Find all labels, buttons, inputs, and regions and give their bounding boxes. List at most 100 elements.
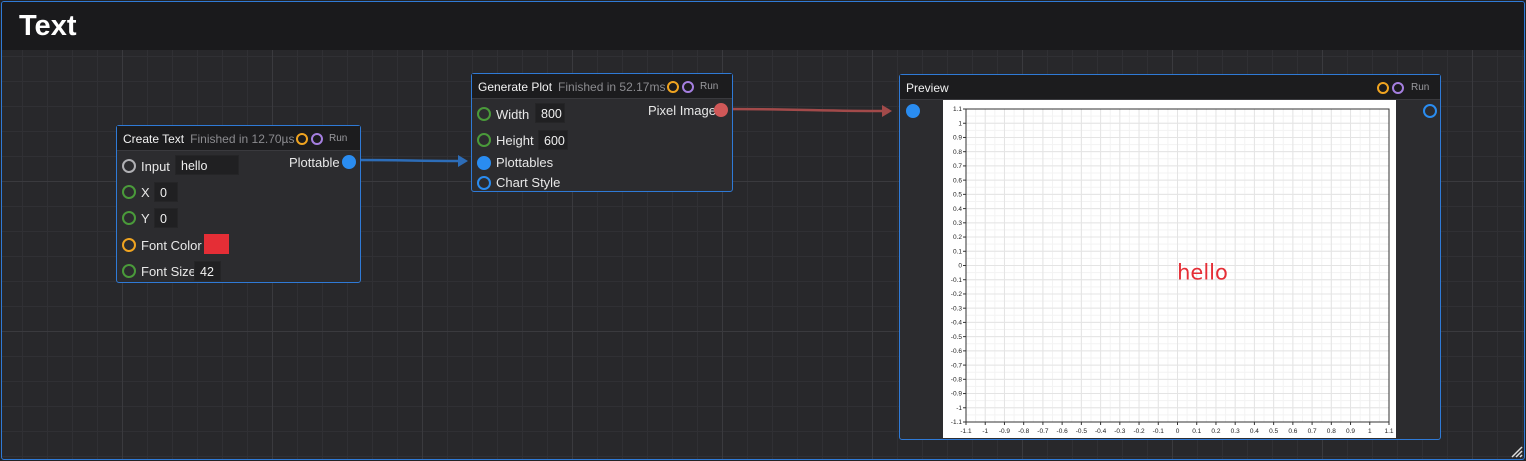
window-title: Text xyxy=(19,10,77,42)
node-generate-plot[interactable]: Generate Plot Finished in 52.17ms Run Wid… xyxy=(471,73,733,192)
x-tick-label: -0.8 xyxy=(1018,428,1030,435)
port-label-x: X xyxy=(141,185,150,200)
y-port[interactable] xyxy=(122,211,136,225)
y-tick-label: 0.2 xyxy=(953,234,962,241)
node-header[interactable]: Create Text Finished in 12.70µs Run xyxy=(117,126,360,151)
y-tick-label: -0.8 xyxy=(951,377,963,384)
x-tick-label: -0.1 xyxy=(1153,428,1165,435)
x-tick-label: 0.5 xyxy=(1269,428,1278,435)
width-port[interactable] xyxy=(477,107,491,121)
y-tick-label: -0.5 xyxy=(951,334,963,341)
x-tick-label: -0.4 xyxy=(1095,428,1107,435)
orange-status-dot-icon[interactable] xyxy=(667,81,679,93)
y-tick-label: 0.5 xyxy=(953,192,962,199)
connection-plottable-to-plottables xyxy=(353,158,463,163)
port-label-height: Height xyxy=(496,133,534,148)
font-size-port[interactable] xyxy=(122,264,136,278)
height-field[interactable]: 600 xyxy=(538,130,568,150)
title-bar: Text xyxy=(2,2,1524,50)
graph-canvas[interactable]: Text Create Text Finished in 12.70µs Run … xyxy=(1,1,1525,460)
y-tick-label: 0.6 xyxy=(953,177,962,184)
x-tick-label: -0.9 xyxy=(999,428,1011,435)
chart-style-port[interactable] xyxy=(477,176,491,190)
output-label-plottable: Plottable xyxy=(289,155,340,170)
y-tick-label: -1 xyxy=(956,405,962,412)
preview-output-port[interactable] xyxy=(1423,104,1437,118)
plottables-port[interactable] xyxy=(477,156,491,170)
port-label-y: Y xyxy=(141,211,150,226)
x-tick-label: 0.7 xyxy=(1308,428,1317,435)
x-tick-label: 1 xyxy=(1368,428,1372,435)
purple-status-dot-icon[interactable] xyxy=(1392,82,1404,94)
y-field[interactable]: 0 xyxy=(154,208,178,228)
run-button[interactable]: Run xyxy=(1411,82,1429,93)
x-tick-label: 0.2 xyxy=(1211,428,1220,435)
x-tick-label: 0.1 xyxy=(1192,428,1201,435)
purple-status-dot-icon[interactable] xyxy=(311,133,323,145)
x-tick-label: 0.3 xyxy=(1231,428,1240,435)
node-title: Create Text xyxy=(123,132,185,146)
font-color-swatch[interactable] xyxy=(204,234,229,254)
connection-arrow-preview xyxy=(882,105,892,117)
x-tick-label: -0.7 xyxy=(1037,428,1049,435)
input-text-field[interactable]: hello xyxy=(175,155,239,175)
pixel-image-output-port[interactable] xyxy=(714,103,728,117)
x-field[interactable]: 0 xyxy=(154,182,178,202)
y-tick-label: 0.7 xyxy=(953,163,962,170)
plot-annotation-text: hello xyxy=(1177,261,1228,285)
x-tick-label: 0.9 xyxy=(1346,428,1355,435)
y-tick-label: -0.1 xyxy=(951,277,963,284)
y-tick-label: -0.9 xyxy=(951,391,963,398)
node-create-text[interactable]: Create Text Finished in 12.70µs Run Input… xyxy=(116,125,361,283)
resize-grip-icon[interactable] xyxy=(1509,444,1523,458)
y-tick-label: 1.1 xyxy=(953,106,962,113)
connection-pixel-image-to-preview xyxy=(725,107,887,113)
port-label-font-color: Font Color xyxy=(141,238,202,253)
y-tick-label: -1.1 xyxy=(951,419,963,426)
purple-status-dot-icon[interactable] xyxy=(682,81,694,93)
preview-input-port[interactable] xyxy=(906,104,920,118)
y-tick-label: 0.8 xyxy=(953,149,962,156)
node-title: Preview xyxy=(906,81,949,95)
run-button[interactable]: Run xyxy=(329,133,347,144)
orange-status-dot-icon[interactable] xyxy=(296,133,308,145)
x-tick-label: -1.1 xyxy=(960,428,972,435)
font-size-field[interactable]: 42 xyxy=(194,261,221,281)
port-label-plottables: Plottables xyxy=(496,155,554,170)
y-tick-label: -0.2 xyxy=(951,291,963,298)
run-button[interactable]: Run xyxy=(700,81,718,92)
y-tick-label: -0.3 xyxy=(951,305,963,312)
node-header[interactable]: Preview Run xyxy=(900,75,1440,100)
x-port[interactable] xyxy=(122,185,136,199)
orange-status-dot-icon[interactable] xyxy=(1377,82,1389,94)
x-tick-label: -0.3 xyxy=(1114,428,1126,435)
x-tick-label: -0.5 xyxy=(1076,428,1088,435)
x-tick-label: 0.4 xyxy=(1250,428,1259,435)
input-port[interactable] xyxy=(122,159,136,173)
font-color-port[interactable] xyxy=(122,238,136,252)
output-label-pixel-image: Pixel Image xyxy=(648,103,716,118)
width-field[interactable]: 800 xyxy=(535,103,565,123)
x-tick-label: -1 xyxy=(982,428,988,435)
port-label-chart-style: Chart Style xyxy=(496,175,561,190)
node-header[interactable]: Generate Plot Finished in 52.17ms Run xyxy=(472,74,732,99)
y-tick-label: -0.6 xyxy=(951,348,963,355)
x-tick-label: -0.6 xyxy=(1057,428,1069,435)
y-tick-label: 0.3 xyxy=(953,220,962,227)
port-label-width: Width xyxy=(496,107,530,122)
x-tick-label: 0.8 xyxy=(1327,428,1336,435)
plot-chart: -1.1 -1 -0.9 -0.8 -0.7 -0.6 -0.5 -0.4 -0.3 -0.2 -0… xyxy=(951,106,1394,435)
port-label-font-size: Font Size xyxy=(141,264,196,279)
y-tick-label: 1 xyxy=(958,120,962,127)
x-tick-label: 0.6 xyxy=(1288,428,1297,435)
height-port[interactable] xyxy=(477,133,491,147)
x-tick-label: 1.1 xyxy=(1384,428,1393,435)
node-preview[interactable]: Preview Run -1.1 -1 -0.9 -0.8 -0.7 -0.6 -0.5 -0… xyxy=(899,74,1441,440)
connection-arrow-plottables xyxy=(458,155,468,167)
plottable-output-port[interactable] xyxy=(342,155,356,169)
y-tick-label: 0 xyxy=(958,263,962,270)
node-status: Finished in 12.70µs xyxy=(190,132,295,146)
y-tick-label: 0.9 xyxy=(953,135,962,142)
node-status: Finished in 52.17ms xyxy=(558,80,666,94)
x-tick-label: 0 xyxy=(1176,428,1180,435)
